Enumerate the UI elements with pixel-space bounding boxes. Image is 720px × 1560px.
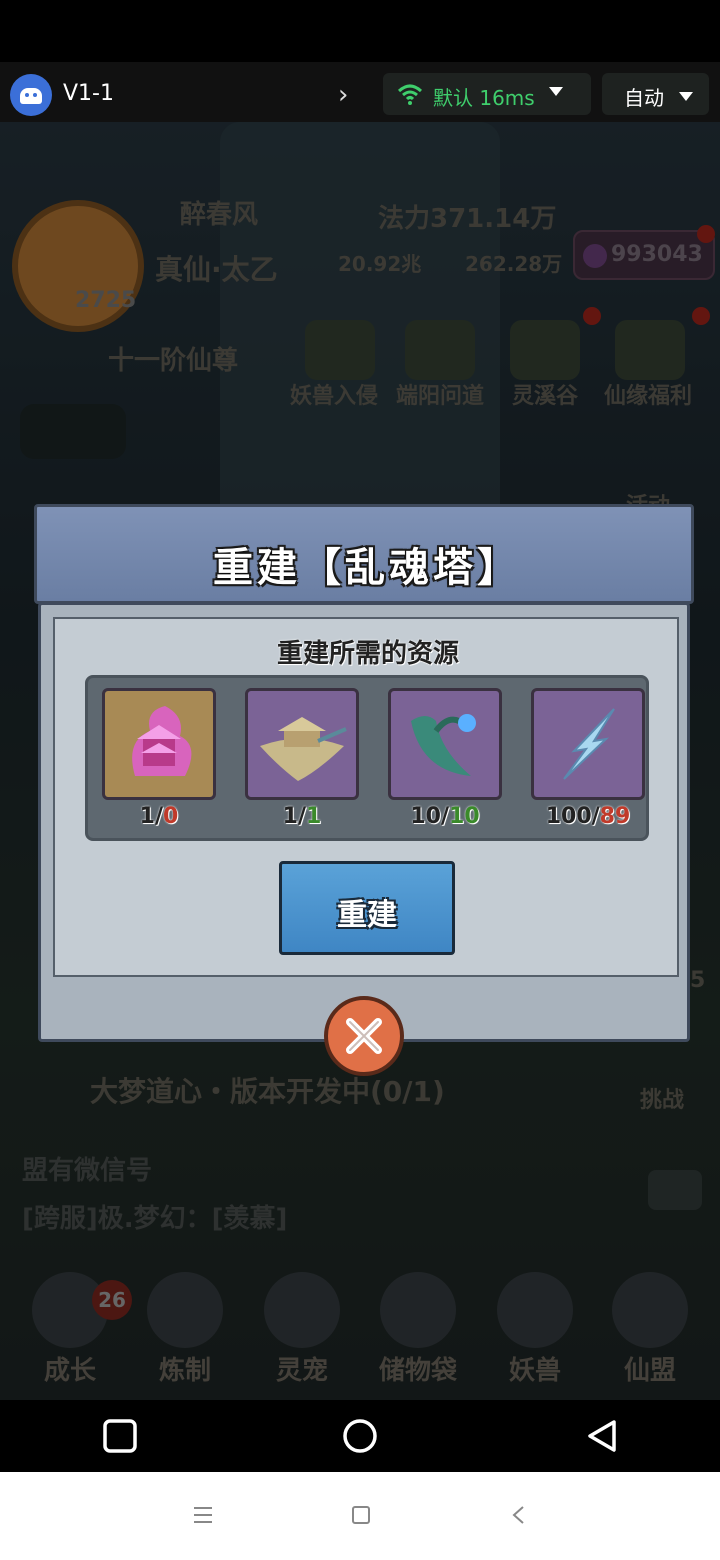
close-icon: [346, 1018, 382, 1054]
back-icon[interactable]: [584, 1418, 620, 1454]
resource-panel: 重建所需的资源 1/0 1/1 10/10 100/89 重建: [53, 617, 679, 977]
rebuild-button-label: 重建: [337, 898, 397, 933]
wifi-icon: [397, 84, 423, 105]
section-title: 重建所需的资源: [276, 639, 459, 669]
recents-icon[interactable]: [102, 1418, 138, 1454]
dropdown-caret-icon: [679, 92, 693, 101]
resource-count: 1/1: [282, 804, 322, 829]
floating-palace-icon[interactable]: [245, 688, 359, 800]
chevron-right-icon[interactable]: ›: [338, 80, 348, 110]
dialog-body: 重建所需的资源 1/0 1/1 10/10 100/89 重建: [38, 602, 690, 1042]
crystal-shard-icon[interactable]: [531, 688, 645, 800]
square-icon[interactable]: [351, 1506, 371, 1524]
rebuild-button[interactable]: 重建: [279, 861, 455, 955]
android-app-icon[interactable]: [10, 74, 52, 116]
home-icon[interactable]: [342, 1418, 378, 1454]
spirit-herb-icon[interactable]: [388, 688, 502, 800]
chevron-left-icon[interactable]: [511, 1506, 527, 1524]
dialog-title: 重建【乱魂塔】: [213, 545, 521, 591]
resource-count: 10/10: [410, 804, 480, 829]
network-label: 默认 16ms: [433, 86, 535, 110]
close-button[interactable]: [324, 996, 404, 1076]
resource-tray: 1/0 1/1 10/10 100/89: [85, 675, 649, 841]
auto-selector[interactable]: 自动: [602, 73, 709, 115]
rebuild-dialog: 重建【乱魂塔】 重建所需的资源 1/0 1/1 10/10 100/89 重建: [34, 504, 694, 1076]
system-nav-bar: [0, 1400, 720, 1472]
resource-count: 100/89: [545, 804, 631, 829]
top-toolbar: V1-1 › 默认 16ms 自动: [0, 62, 720, 122]
pink-pagoda-icon[interactable]: [102, 688, 216, 800]
dropdown-caret-icon: [549, 87, 563, 96]
menu-icon[interactable]: [193, 1506, 213, 1524]
dialog-header: 重建【乱魂塔】: [34, 504, 694, 604]
network-selector[interactable]: 默认 16ms: [383, 73, 591, 115]
secondary-nav-bar: [0, 1472, 720, 1560]
auto-label: 自动: [624, 86, 664, 110]
window-title: V1-1: [63, 81, 114, 106]
resource-count: 1/0: [139, 804, 179, 829]
